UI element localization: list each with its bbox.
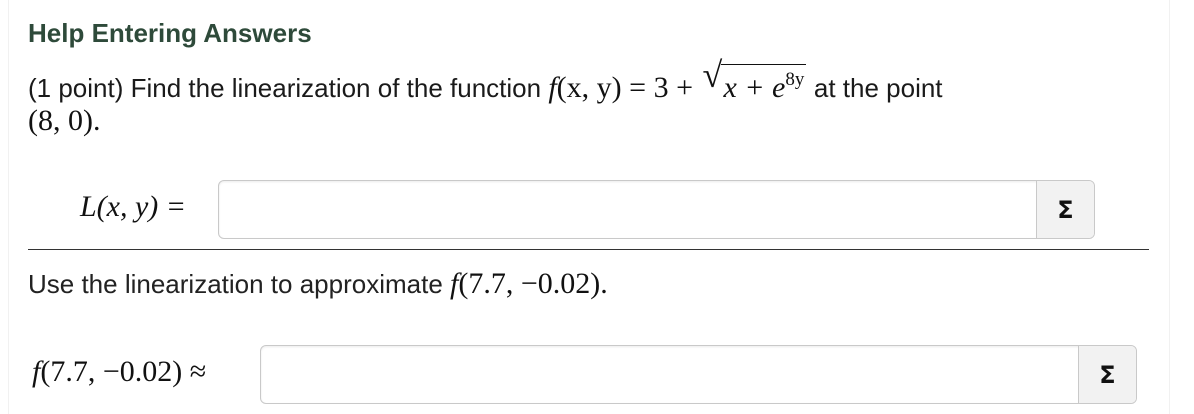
- part2-func-args: (7.7, −0.02): [458, 267, 601, 300]
- answer1-label-text: L(x, y) =: [80, 190, 187, 223]
- part2-period: .: [600, 267, 608, 300]
- problem-point: (8, 0): [28, 104, 93, 137]
- answer2-input[interactable]: [261, 346, 1079, 403]
- help-entering-answers-link[interactable]: Help Entering Answers: [28, 18, 312, 49]
- answer1-input[interactable]: [219, 181, 1037, 238]
- answer2-label-args: (7.7, −0.02) ≈: [40, 355, 207, 388]
- part2-statement: Use the linearization to approximate f(7…: [28, 266, 608, 302]
- function-name: f: [548, 71, 557, 104]
- sigma-icon: Σ: [1099, 360, 1116, 389]
- function-args: (x, y): [556, 71, 622, 104]
- square-root: √ x + e8y: [703, 57, 807, 105]
- problem-point-line: (8, 0).: [28, 104, 100, 138]
- radicand: x + e8y: [720, 64, 807, 104]
- problem-statement: (1 point) Find the linearization of the …: [28, 57, 943, 105]
- problem-after-function-text: at the point: [813, 73, 943, 103]
- problem-period: .: [92, 104, 101, 137]
- answer1-field: Σ: [218, 180, 1095, 239]
- answer2-equation-editor-button[interactable]: Σ: [1078, 346, 1136, 403]
- problem-intro-text: (1 point) Find the linearization of the …: [28, 73, 542, 103]
- answer2-field: Σ: [260, 345, 1137, 404]
- part2-text: Use the linearization to approximate: [28, 269, 443, 299]
- section-divider: [28, 249, 1149, 250]
- answer2-label: f(7.7, −0.02) ≈: [32, 355, 206, 389]
- part2-expression: f(7.7, −0.02).: [450, 267, 608, 300]
- sigma-icon: Σ: [1057, 195, 1074, 224]
- function-expression: f(x, y) = 3 + √ x + e8y: [548, 57, 814, 104]
- radicand-base: x + e: [723, 71, 786, 104]
- answer1-label: L(x, y) =: [80, 190, 186, 224]
- answer1-equation-editor-button[interactable]: Σ: [1036, 181, 1094, 238]
- radicand-exponent: 8y: [785, 69, 805, 90]
- radical-sign: √: [702, 55, 723, 95]
- function-equals: = 3 +: [621, 71, 701, 104]
